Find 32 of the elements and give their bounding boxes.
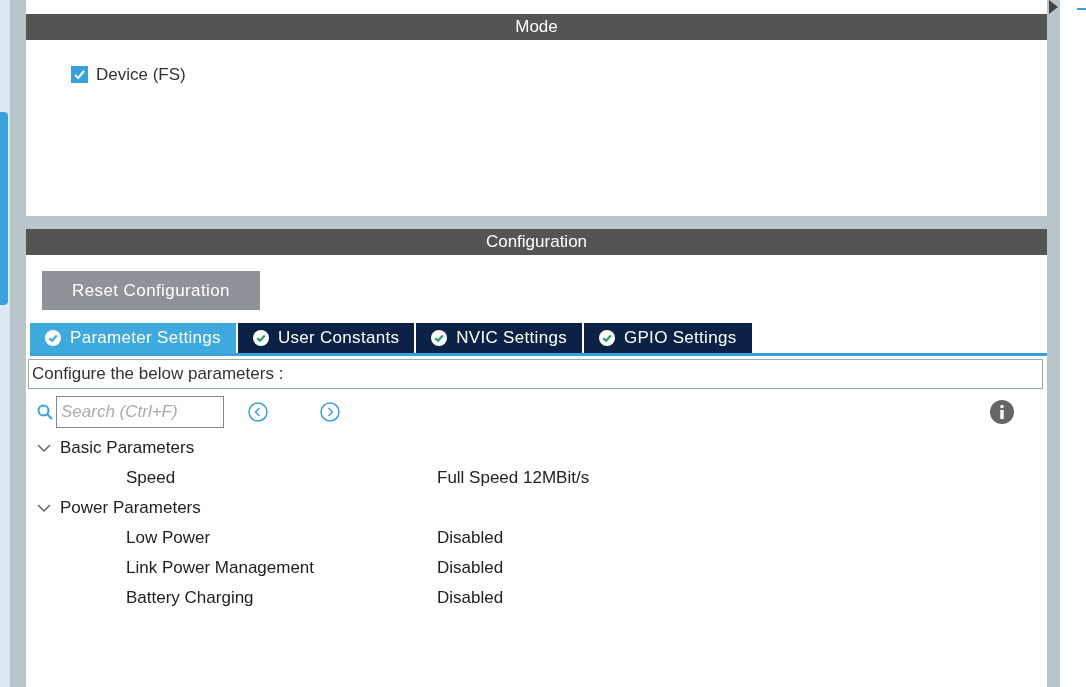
parameter-name: Speed <box>126 468 176 488</box>
parameter-value[interactable]: Disabled <box>437 555 504 581</box>
expand-arrow-icon[interactable] <box>1049 0 1058 14</box>
check-circle-icon <box>252 330 269 346</box>
section-header: Configuration <box>26 229 1047 255</box>
parameter-value[interactable]: Full Speed 12MBit/s <box>437 465 590 491</box>
info-icon[interactable] <box>990 400 1014 424</box>
parameter-value[interactable]: Disabled <box>437 525 504 551</box>
parameter-name: Low Power <box>126 528 211 548</box>
tab[interactable]: NVIC Settings <box>416 323 582 353</box>
chevron-icon[interactable] <box>37 441 51 455</box>
description-text: Configure the below parameters : <box>28 359 1043 389</box>
section-header: Mode <box>26 14 1047 40</box>
tick-mark <box>1077 8 1086 10</box>
next-button[interactable] <box>320 402 340 422</box>
scrollbar-thumb[interactable] <box>0 112 8 305</box>
parameter-name: Battery Charging <box>126 588 254 608</box>
check-circle-icon <box>431 330 448 346</box>
tab[interactable]: User Constants <box>237 323 415 353</box>
group-label: Power Parameters <box>60 497 201 520</box>
chevron-icon[interactable] <box>37 501 51 515</box>
checkbox[interactable] <box>71 66 88 84</box>
search-icon <box>37 404 53 420</box>
group-label: Basic Parameters <box>60 437 195 460</box>
check-circle-icon <box>598 330 615 346</box>
search-field[interactable]: Search (Ctrl+F) <box>56 396 224 428</box>
parameter-name: Link Power Management <box>126 558 315 578</box>
checkbox-label: Device (FS) <box>96 64 186 86</box>
previous-button[interactable] <box>248 402 268 422</box>
parameter-value[interactable]: Disabled <box>437 585 504 611</box>
tab[interactable]: GPIO Settings <box>583 323 752 353</box>
check-circle-icon <box>45 330 61 346</box>
